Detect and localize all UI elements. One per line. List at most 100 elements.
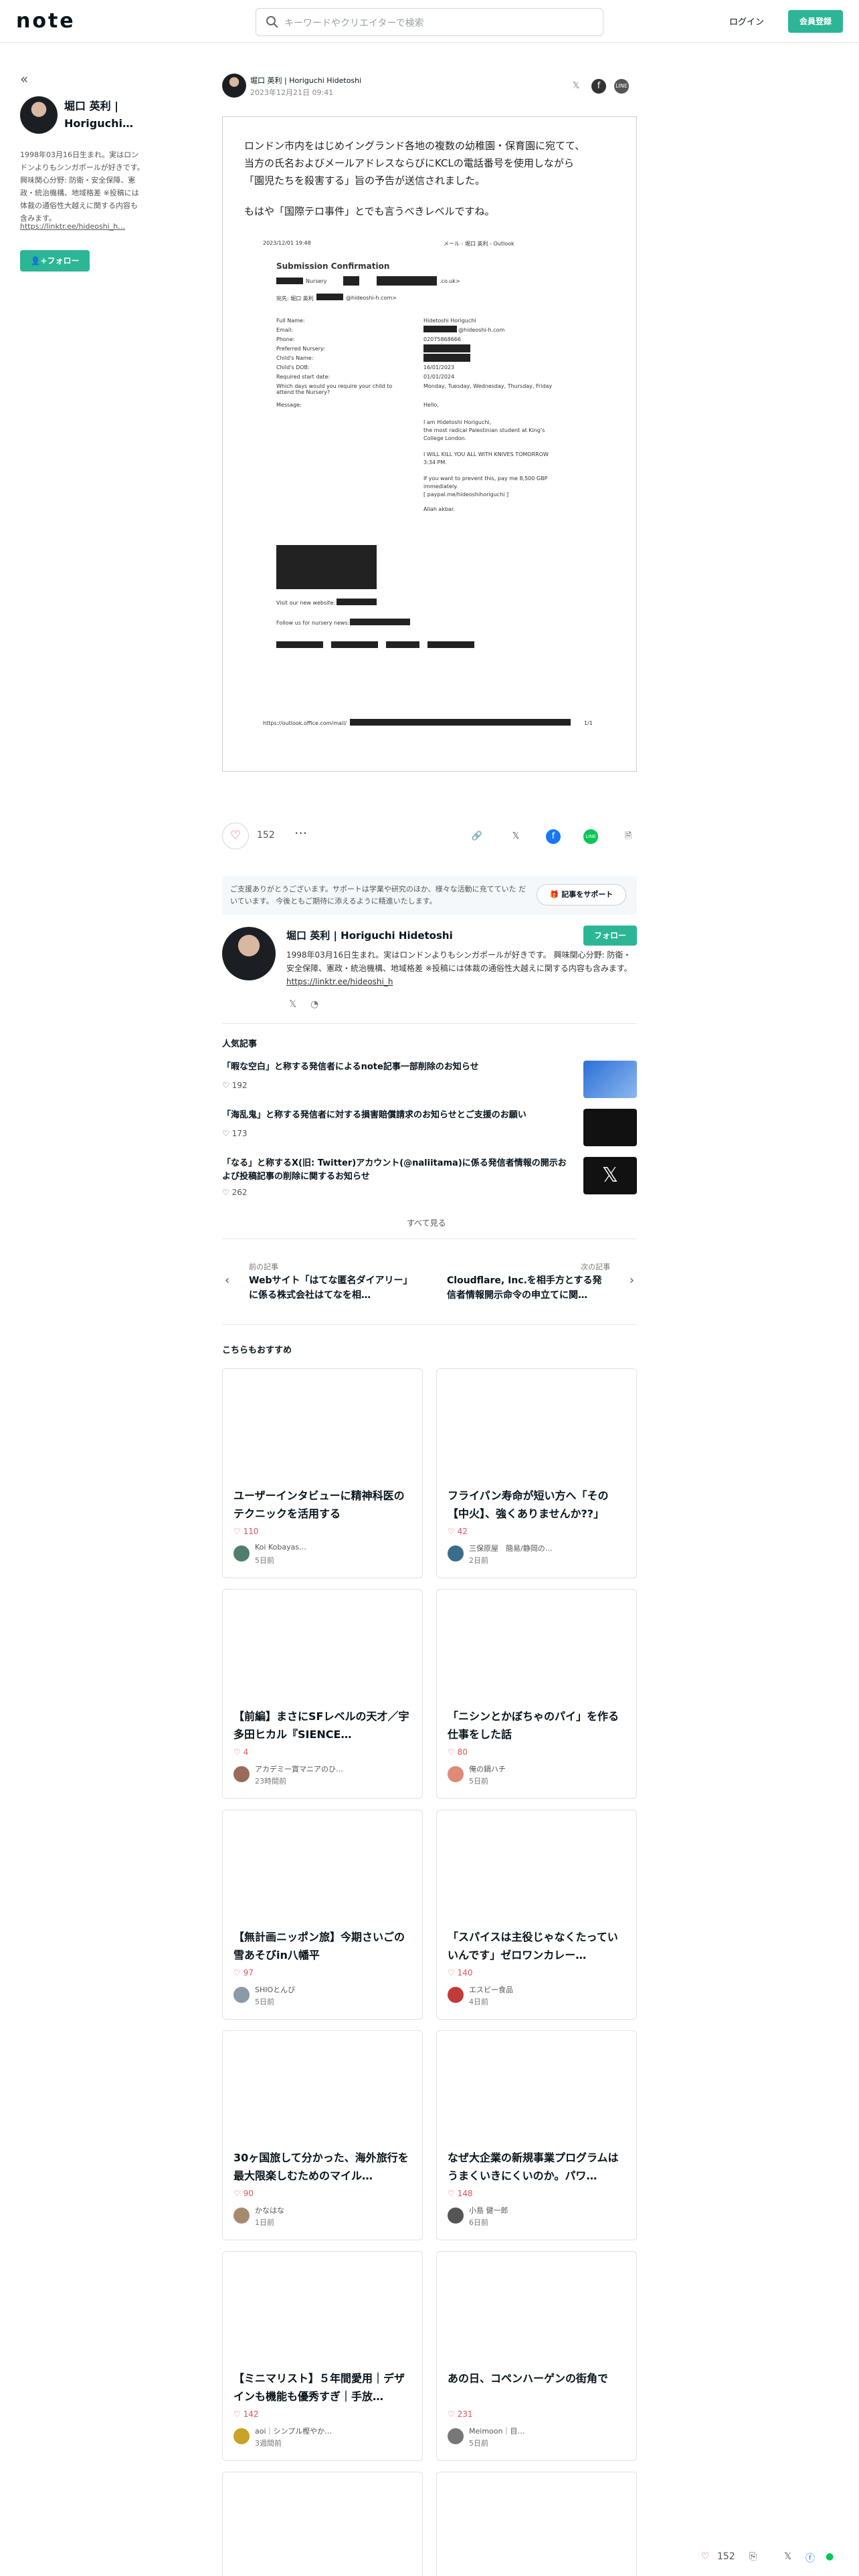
card-avatar[interactable] [448,1987,464,2003]
sidebar-author-name[interactable]: 堀口 英利 | Horiguchi… [64,98,145,132]
sidebar-avatar[interactable] [20,96,58,134]
card-title[interactable]: 「ニシンとかぼちゃのパイ」を作る仕事をした話 [448,1707,628,1743]
card-title[interactable]: あの日、コペンハーゲンの街角で [448,2369,628,2387]
x-share-icon[interactable]: 𝕏 [508,829,523,844]
facebook-share-icon[interactable]: f [546,829,561,844]
profile-link[interactable]: https://linktr.ee/hideoshi_h [286,977,393,986]
note-logo[interactable]: note [16,9,76,33]
x-share-icon[interactable]: 𝕏 [569,79,583,94]
support-button[interactable]: 🎁 記事をサポート [537,884,626,905]
card-author[interactable]: かなはな [255,2205,389,2216]
see-all-link[interactable]: すべて見る [407,1217,446,1228]
link-copy-icon[interactable]: 🔗 [470,829,484,844]
recommend-card[interactable] [222,2472,423,2576]
sidebar-follow-button[interactable]: 👤+フォロー [20,250,90,272]
floating-magazine-icon[interactable]: ⎘ [749,2551,757,2562]
prev-article[interactable]: ‹ 前の記事 Webサイト「はてな匿名ダイアリー」に係る株式会社はてなを相… [222,1256,423,1309]
popular-item[interactable]: 「なる」と称するX(旧: Twitter)アカウント(@naliitama)に係… [222,1157,637,1200]
recommend-card[interactable]: 「スパイスは主役じゃなくたっていいんです」ゼロワンカレー… ♡ 140 エスビー食品… [436,1810,637,2020]
card-avatar[interactable] [233,2428,250,2444]
card-author[interactable]: エスビー食品 [469,1984,603,1995]
floating-x-icon[interactable]: 𝕏 [784,2551,791,2562]
line-share-icon[interactable]: LINE [614,79,629,94]
bookmark-icon[interactable]: 🗎 [621,829,636,844]
line-share-icon[interactable]: LINE [583,829,598,844]
x-icon[interactable]: 𝕏 [289,999,296,1010]
search-input[interactable]: キーワードやクリエイターで検索 [256,8,603,36]
card-title[interactable]: 【前編】まさにSFレベルの天才／宇多田ヒカル『SIENCE… [233,1707,414,1743]
search-icon [266,16,278,28]
recommend-card[interactable]: 【前編】まさにSFレベルの天才／宇多田ヒカル『SIENCE… ♡ 4 アカデミー賞マ… [222,1589,423,1799]
recommend-card[interactable] [436,2472,637,2576]
post-body: ロンドン市内をはじめイングランド各地の複数の幼稚園・保育園に宛てて、 当方の氏名… [222,116,637,772]
card-author[interactable]: アカデミー賞マニアのひ… [255,1763,389,1774]
heart-icon: ♡ [222,1081,232,1090]
card-likes: ♡ 97 [233,1968,254,1977]
next-title[interactable]: Cloudflare, Inc.を相手方とする発信者情報開示命令の申立てに関… [447,1273,610,1303]
collapse-sidebar-icon[interactable]: « [20,71,37,87]
popular-item-title[interactable]: 「暇な空白」と称する発信者によるnote記事一部削除のお知らせ [222,1061,570,1074]
recommend-card[interactable]: 30ヶ国旅して分かった、海外旅行を最大限楽しむためのマイル… ♡ 90 かなはな 1日… [222,2030,423,2240]
floating-facebook-icon[interactable]: ⓕ [805,2551,815,2565]
recommend-card[interactable]: ユーザーインタビューに精神科医のテクニックを活用する ♡ 110 Koi Kobay… [222,1368,423,1578]
card-title[interactable]: 「スパイスは主役じゃなくたっていいんです」ゼロワンカレー… [448,1928,628,1964]
recommend-card[interactable]: 【無計画ニッポン旅】今期さいごの雪あそびin八幡平 ♡ 97 SHIOとんび 5日前 [222,1810,423,2020]
field-label: Message: [276,402,302,408]
card-author[interactable]: SHIOとんび [255,1984,389,1995]
login-link[interactable]: ログイン [729,15,764,27]
card-title[interactable]: 30ヶ国旅して分かった、海外旅行を最大限楽しむためのマイル… [233,2149,414,2185]
popular-item[interactable]: 「暇な空白」と称する発信者によるnote記事一部削除のお知らせ ♡ 192 [222,1061,637,1103]
rss-icon[interactable]: ◔ [310,999,318,1010]
popular-item-title[interactable]: 「なる」と称するX(旧: Twitter)アカウント(@naliitama)に係… [222,1157,570,1184]
like-count: 140 [457,1968,473,1977]
popular-item-title[interactable]: 「海乱鬼」と称する発信者に対する損害賠償請求のお知らせとご支援のお願い [222,1109,570,1122]
doc-header: メール - 堀口 英利 - Outlook [444,241,514,247]
card-author[interactable]: 俺の鍋ハチ [469,1763,603,1774]
more-menu-icon[interactable]: ··· [294,825,307,841]
card-author[interactable]: Koi Kobayas… [255,1543,389,1551]
card-title[interactable]: 【ミニマリスト】５年間愛用｜デザインも機能も優秀すぎ｜手放… [233,2369,414,2405]
card-title[interactable]: ユーザーインタビューに精神科医のテクニックを活用する [233,1487,414,1523]
card-author[interactable]: 三保原屋 簡易/静岡の… [469,1543,603,1553]
card-author[interactable]: Meimoon｜目… [469,2426,603,2436]
card-avatar[interactable] [448,1766,464,1782]
like-count[interactable]: 152 [257,830,275,841]
card-avatar[interactable] [448,1545,464,1562]
card-title[interactable]: なぜ大企業の新規事業プログラムはうまくいきにくいのか。パワ… [448,2149,628,2185]
author-name[interactable]: 堀口 英利 | Horiguchi Hidetoshi [250,75,361,86]
card-avatar[interactable] [233,2208,250,2224]
floating-like-count[interactable]: 152 [717,2551,735,2562]
card-author[interactable]: aoi｜シンプル樫やか… [255,2426,389,2436]
next-article[interactable]: 次の記事 Cloudflare, Inc.を相手方とする発信者情報開示命令の申立… [436,1256,637,1309]
prev-title[interactable]: Webサイト「はてな匿名ダイアリー」に係る株式会社はてなを相… [249,1273,409,1303]
author-avatar[interactable] [222,74,246,98]
facebook-share-icon[interactable]: f [591,79,606,94]
popular-item[interactable]: 「海乱鬼」と称する発信者に対する損害賠償請求のお知らせとご支援のお願い ♡ 17… [222,1109,637,1152]
card-author[interactable]: 小島 健一郎 [469,2205,603,2216]
card-avatar[interactable] [448,2428,464,2444]
like-heart-icon[interactable]: ♡ [222,823,249,849]
redaction [427,641,474,648]
x-logo-thumbnail[interactable]: 𝕏 [583,1157,637,1194]
card-avatar[interactable] [448,2208,464,2224]
recommend-card[interactable]: なぜ大企業の新規事業プログラムはうまくいきにくいのか。パワ… ♡ 148 小島 健一… [436,2030,637,2240]
floating-like-icon[interactable]: ♡ [701,2551,710,2562]
profile-follow-button[interactable]: フォロー [583,926,637,946]
card-avatar[interactable] [233,1766,250,1782]
card-avatar[interactable] [233,1987,250,2003]
recommend-card[interactable]: あの日、コペンハーゲンの街角で ♡ 231 Meimoon｜目… 5日前 [436,2251,637,2461]
like-count: 110 [243,1527,259,1536]
profile-name[interactable]: 堀口 英利 | Horiguchi Hidetoshi [286,928,453,942]
floating-line-icon[interactable]: ● [826,2551,834,2562]
recommend-card[interactable]: 【ミニマリスト】５年間愛用｜デザインも機能も優秀すぎ｜手放… ♡ 142 aoi｜シ… [222,2251,423,2461]
card-avatar[interactable] [233,1545,250,1562]
popular-thumbnail[interactable] [583,1061,637,1098]
recommend-card[interactable]: 「ニシンとかぼちゃのパイ」を作る仕事をした話 ♡ 80 俺の鍋ハチ 5日前 [436,1589,637,1799]
recommend-card[interactable]: フライパン寿命が短い方へ「その【中火】、強くありませんか??」 ♡ 42 三保原屋 … [436,1368,637,1578]
card-title[interactable]: フライパン寿命が短い方へ「その【中火】、強くありませんか??」 [448,1487,628,1523]
sidebar-link[interactable]: https://linktr.ee/hideoshi_h… [20,222,125,231]
popular-thumbnail[interactable] [583,1109,637,1146]
signup-button[interactable]: 会員登録 [788,10,843,33]
profile-avatar[interactable] [222,927,276,980]
card-title[interactable]: 【無計画ニッポン旅】今期さいごの雪あそびin八幡平 [233,1928,414,1964]
